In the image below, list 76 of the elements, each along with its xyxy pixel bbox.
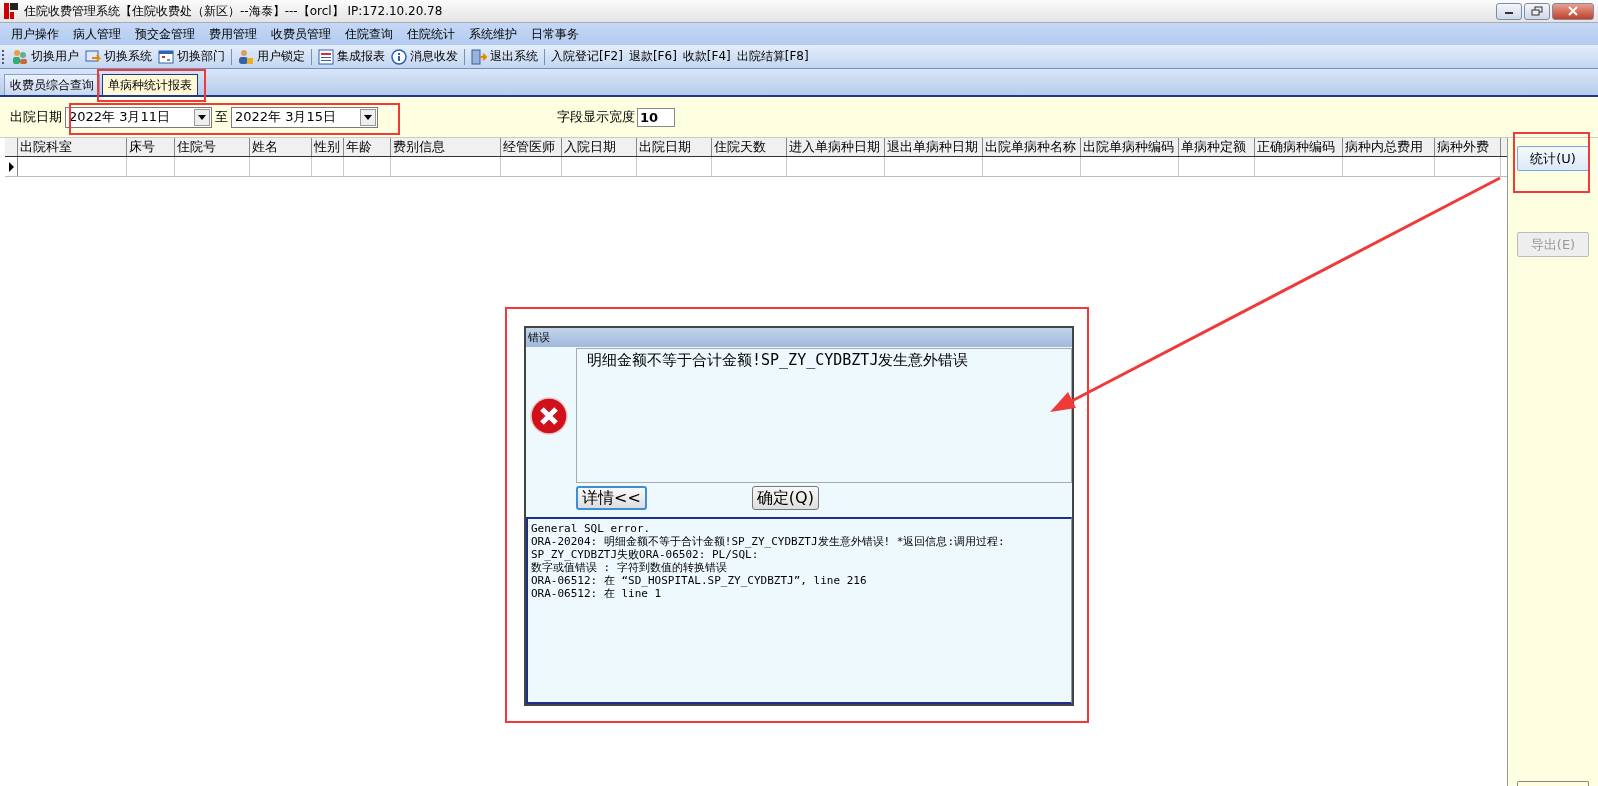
button-edge[interactable]: [1517, 781, 1589, 786]
column-header[interactable]: 出院单病种编码: [1081, 138, 1179, 156]
column-header[interactable]: 性别: [312, 138, 344, 156]
column-header[interactable]: 住院号: [175, 138, 250, 156]
column-header[interactable]: 姓名: [250, 138, 312, 156]
menu-item[interactable]: 住院查询: [338, 25, 400, 43]
column-header[interactable]: 出院单病种名称: [983, 138, 1081, 156]
people-icon: [12, 48, 28, 65]
details-line: General SQL error.: [531, 522, 652, 535]
toolbar-button[interactable]: 退款[F6]: [625, 46, 680, 67]
dialog-button[interactable]: 详情<<: [576, 486, 647, 510]
menu-item[interactable]: 用户操作: [4, 25, 66, 43]
column-header[interactable]: 病种外费: [1435, 138, 1501, 156]
details-line: ORA-20204: 明细金额不等于合计金额!SP_ZY_CYDBZTJ发生意外错误! *返回信息:调用过程:: [531, 535, 1006, 548]
details-line: ORA-06512: 在 “SD_HOSPITAL.SP_ZY_CYDBZTJ”, line 216: [531, 574, 868, 587]
menu-item[interactable]: 预交金管理: [128, 25, 202, 43]
column-header[interactable]: 退出单病种日期: [885, 138, 983, 156]
column-header[interactable]: 经管医师: [501, 138, 562, 156]
column-header[interactable]: 单病种定额: [1179, 138, 1255, 156]
column-header[interactable]: 床号: [127, 138, 175, 156]
discharge-date-label: 出院日期: [10, 108, 62, 126]
error-message: 明细金额不等于合计金额!SP_ZY_CYDBZTJ发生意外错误: [576, 348, 1072, 483]
minimize-button[interactable]: [1496, 2, 1522, 20]
dialog-title: 错误: [526, 328, 1072, 347]
column-header[interactable]: 进入单病种日期: [787, 138, 885, 156]
dialog-button[interactable]: 确定(Q): [751, 486, 819, 510]
toolbar-button[interactable]: 集成报表: [315, 46, 388, 67]
column-header[interactable]: 出院日期: [637, 138, 712, 156]
dropdown-arrow-icon: [364, 114, 372, 120]
app-logo-icon: [4, 3, 18, 19]
toolbar-button[interactable]: 收款[F4]: [679, 46, 734, 67]
dropdown-arrow-icon: [198, 114, 206, 120]
window-title: 住院收费管理系统【住院收费处（新区）--海泰】---【orcl】 IP:172.10.20.78: [24, 2, 443, 20]
toolbar-button[interactable]: 切换系统: [82, 46, 155, 67]
column-header[interactable]: 正确病种编码: [1255, 138, 1343, 156]
menu-item[interactable]: 费用管理: [202, 25, 264, 43]
details-line: 数字或值错误 : 字符到数值的转换错误: [531, 561, 728, 574]
calendar-icon: [158, 48, 174, 65]
menu-item[interactable]: 日常事务: [524, 25, 586, 43]
column-header[interactable]: 入院日期: [562, 138, 637, 156]
tab[interactable]: 收费员综合查询: [4, 74, 100, 95]
column-header[interactable]: 年龄: [344, 138, 391, 156]
to-label: 至: [215, 108, 228, 126]
column-header[interactable]: 费别信息: [391, 138, 501, 156]
info-icon: [391, 48, 407, 65]
toolbar-button[interactable]: 用户锁定: [235, 46, 308, 67]
column-header[interactable]: 出院科室: [18, 138, 127, 156]
details-line: ORA-06512: 在 line 1: [531, 587, 663, 600]
column-header[interactable]: 病种内总费用: [1343, 138, 1435, 156]
field-width-label: 字段显示宽度: [557, 108, 635, 126]
field-width-input[interactable]: 10: [637, 107, 675, 127]
menu-item[interactable]: 病人管理: [66, 25, 128, 43]
column-header[interactable]: 住院天数: [712, 138, 787, 156]
date-picker[interactable]: 2022年 3月15日: [231, 106, 378, 128]
menu-item[interactable]: 收费员管理: [264, 25, 338, 43]
window-arrow-icon: [85, 48, 101, 65]
date-picker[interactable]: 2022年 3月11日: [65, 106, 212, 128]
toolbar-button[interactable]: 出院结算[F8]: [733, 46, 812, 67]
toolbar-button[interactable]: 消息收发: [388, 46, 461, 67]
toolbar-button[interactable]: 退出系统: [468, 46, 541, 67]
restore-button[interactable]: [1524, 2, 1550, 20]
side-button[interactable]: 统计(U): [1517, 146, 1589, 171]
exit-door-icon: [471, 48, 487, 65]
error-icon: [530, 396, 568, 435]
details-line: SP_ZY_CYDBZTJ失败ORA-06502: PL/SQL:: [531, 548, 760, 561]
toolbar-button[interactable]: 入院登记[F2]: [548, 46, 626, 67]
toolbar-button[interactable]: 切换部门: [155, 46, 228, 67]
tab[interactable]: 单病种统计报表: [102, 74, 198, 95]
toolbar-button[interactable]: 切换用户: [9, 46, 82, 67]
close-button[interactable]: [1552, 2, 1594, 20]
report-icon: [318, 48, 334, 65]
row-pointer-icon: [8, 161, 14, 172]
restore-icon: [1531, 6, 1543, 16]
menu-item[interactable]: 住院统计: [400, 25, 462, 43]
menu-item[interactable]: 系统维护: [462, 25, 524, 43]
close-icon: [1567, 6, 1579, 16]
